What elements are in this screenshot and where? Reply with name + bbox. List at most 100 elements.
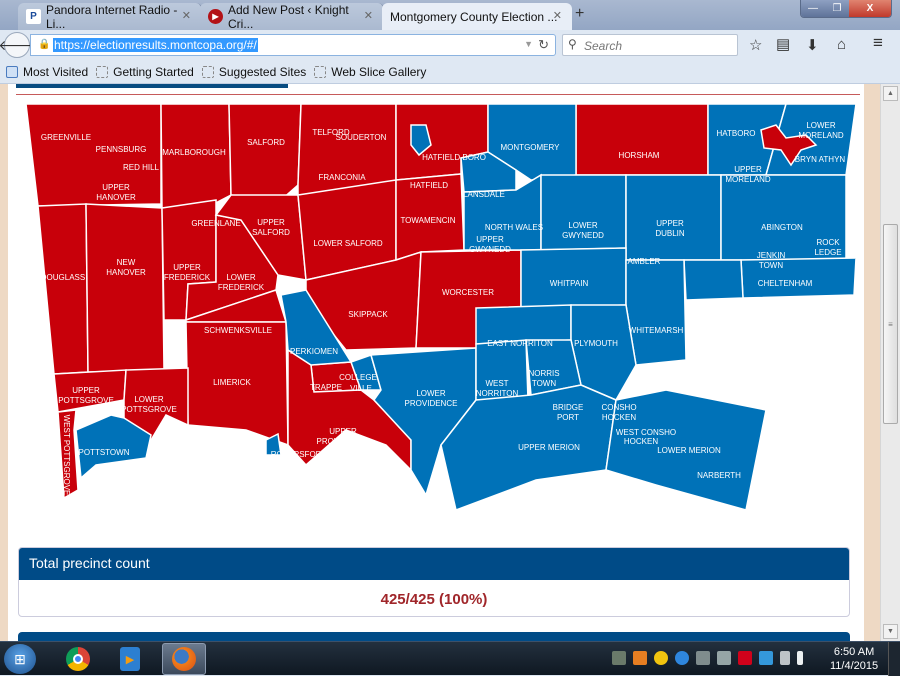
norton-icon[interactable] [654, 651, 668, 665]
vertical-scrollbar[interactable]: ▲ ≡ ▼ [880, 84, 900, 641]
adobe-icon[interactable] [738, 651, 752, 665]
windows-logo-icon: ⊞ [14, 650, 26, 667]
label-whitpain: WHITPAIN [550, 279, 589, 288]
label-new-hanover-2: HANOVER [106, 268, 146, 277]
bookmark-suggested-sites[interactable]: Suggested Sites [201, 65, 306, 79]
label-collegeville-1: COLLEGE [339, 373, 377, 382]
tab-label: Add New Post ‹ Knight Cri... [228, 2, 349, 31]
display-icon[interactable] [759, 651, 773, 665]
tab-montgomery-election[interactable]: Montgomery County Election ... ✕ [382, 3, 572, 30]
wifi-signal-icon[interactable] [717, 651, 731, 665]
label-upper-pottsgrove-1: UPPER [72, 386, 100, 395]
label-horsham: HORSHAM [619, 151, 660, 160]
label-trappe: TRAPPE [310, 383, 342, 392]
download-icon[interactable]: ⬇ [806, 36, 819, 54]
start-button[interactable]: ⊞ [4, 644, 36, 674]
windows-taskbar: ⊞ ▶ 6:50 AM 11/4/2015 [0, 641, 900, 676]
tab-add-new-post[interactable]: ▶ Add New Post ‹ Knight Cri... ✕ [200, 2, 384, 31]
region-douglass[interactable] [37, 203, 89, 375]
label-douglass: DOUGLASS [41, 273, 85, 282]
close-tab-icon[interactable]: ✕ [182, 9, 191, 22]
taskbar-firefox[interactable] [162, 643, 206, 675]
label-skippack: SKIPPACK [348, 310, 388, 319]
search-input[interactable]: ⚲ Search [562, 34, 738, 56]
back-button[interactable]: 🡐 [0, 32, 36, 58]
network-icon[interactable] [780, 651, 790, 665]
label-worcester: WORCESTER [442, 288, 494, 297]
chrome-icon [66, 647, 90, 671]
minimize-button[interactable]: — [801, 0, 825, 17]
label-plymouth: PLYMOUTH [574, 339, 618, 348]
system-clock[interactable]: 6:50 AM 11/4/2015 [830, 645, 878, 673]
tab-label: Montgomery County Election ... [390, 9, 558, 24]
page-icon [201, 65, 214, 78]
label-new-hanover-1: NEW [117, 258, 136, 267]
url-text[interactable]: https://electionresults.montcopa.org/#/ [53, 38, 258, 52]
bookmark-label: Getting Started [113, 64, 194, 79]
label-salford: SALFORD [247, 138, 285, 147]
reload-icon[interactable]: ↻ [538, 37, 549, 53]
region-springfield[interactable] [683, 259, 744, 301]
scroll-up-button[interactable]: ▲ [883, 86, 898, 101]
tab-pandora[interactable]: P Pandora Internet Radio - Li... ✕ [18, 2, 202, 31]
label-jenkintown-2: TOWN [759, 261, 784, 270]
close-window-button[interactable]: X [849, 0, 891, 17]
menu-icon[interactable]: ≡ [873, 33, 883, 53]
history-dropdown-icon[interactable]: ▼ [524, 39, 533, 49]
restore-button[interactable]: ❐ [825, 0, 849, 17]
region-whitpain[interactable] [520, 247, 627, 309]
election-results-map[interactable]: GREENVILLE PENNSBURG RED HILL UPPER HANO… [16, 100, 856, 540]
scroll-thumb[interactable]: ≡ [883, 224, 898, 424]
label-upper-gwynedd-1: UPPER [476, 235, 504, 244]
reading-list-icon[interactable]: ▤ [776, 35, 790, 53]
url-bar[interactable]: 🔒 https://electionresults.montcopa.org/#… [30, 34, 556, 56]
label-towamencin: TOWAMENCIN [400, 216, 455, 225]
label-collegeville-2: VILLE [350, 384, 372, 393]
label-marlborough: MARLBOROUGH [162, 148, 226, 157]
taskbar-chrome[interactable] [56, 643, 100, 675]
clock-date: 11/4/2015 [830, 660, 879, 672]
usb-safely-remove-icon[interactable] [612, 651, 626, 665]
show-desktop-button[interactable] [888, 642, 900, 676]
title-bar: P Pandora Internet Radio - Li... ✕ ▶ Add… [0, 0, 900, 31]
label-west-pottsgrove: WEST POTTSGROVE [62, 415, 71, 496]
search-icon: ⚲ [568, 37, 577, 51]
label-norristown-2: TOWN [532, 379, 557, 388]
region-salford[interactable] [228, 103, 302, 201]
label-upper-moreland-2: MORELAND [725, 175, 771, 184]
network-monitor-icon[interactable] [675, 651, 689, 665]
header-strip [16, 84, 288, 88]
label-west-norriton-2: NORRITON [476, 389, 519, 398]
label-north-wales: NORTH WALES [485, 223, 543, 232]
region-upper-hanover[interactable] [25, 103, 162, 207]
label-lower-frederick-2: FREDERICK [218, 283, 265, 292]
region-horsham[interactable] [575, 103, 709, 176]
window-controls: — ❐ X [800, 0, 892, 18]
volume-icon[interactable] [797, 651, 803, 665]
java-icon[interactable] [633, 651, 647, 665]
wireless-adapter-icon[interactable] [696, 651, 710, 665]
region-new-hanover[interactable] [85, 203, 165, 373]
label-upper-salford-1: UPPER [257, 218, 285, 227]
close-tab-icon[interactable]: ✕ [553, 9, 562, 22]
precinct-count-title: Total precinct count [19, 548, 849, 580]
bookmark-label: Web Slice Gallery [331, 64, 427, 79]
label-perkiomen: PERKIOMEN [290, 347, 338, 356]
new-tab-button[interactable]: + [575, 5, 584, 23]
tab-label: Pandora Internet Radio - Li... [46, 2, 178, 31]
system-tray [612, 651, 803, 665]
label-bryn-athyn: BRYN ATHYN [795, 155, 846, 164]
label-upper-providence-2: PROVIDENCE [317, 437, 370, 446]
bookmark-web-slice-gallery[interactable]: Web Slice Gallery [314, 65, 426, 79]
bookmark-getting-started[interactable]: Getting Started [96, 65, 194, 79]
label-royersford: ROYERSFORD [271, 450, 328, 459]
home-icon[interactable]: ⌂ [837, 36, 846, 53]
bookmark-most-visited[interactable]: Most Visited [6, 65, 88, 79]
taskbar-media-player[interactable]: ▶ [108, 643, 152, 675]
region-whitemarsh[interactable] [625, 259, 687, 366]
label-rockledge-2: LEDGE [814, 248, 841, 257]
close-tab-icon[interactable]: ✕ [364, 9, 373, 22]
region-upper-dublin[interactable] [625, 174, 722, 261]
scroll-down-button[interactable]: ▼ [883, 624, 898, 639]
bookmark-star-icon[interactable]: ☆ [749, 36, 762, 54]
